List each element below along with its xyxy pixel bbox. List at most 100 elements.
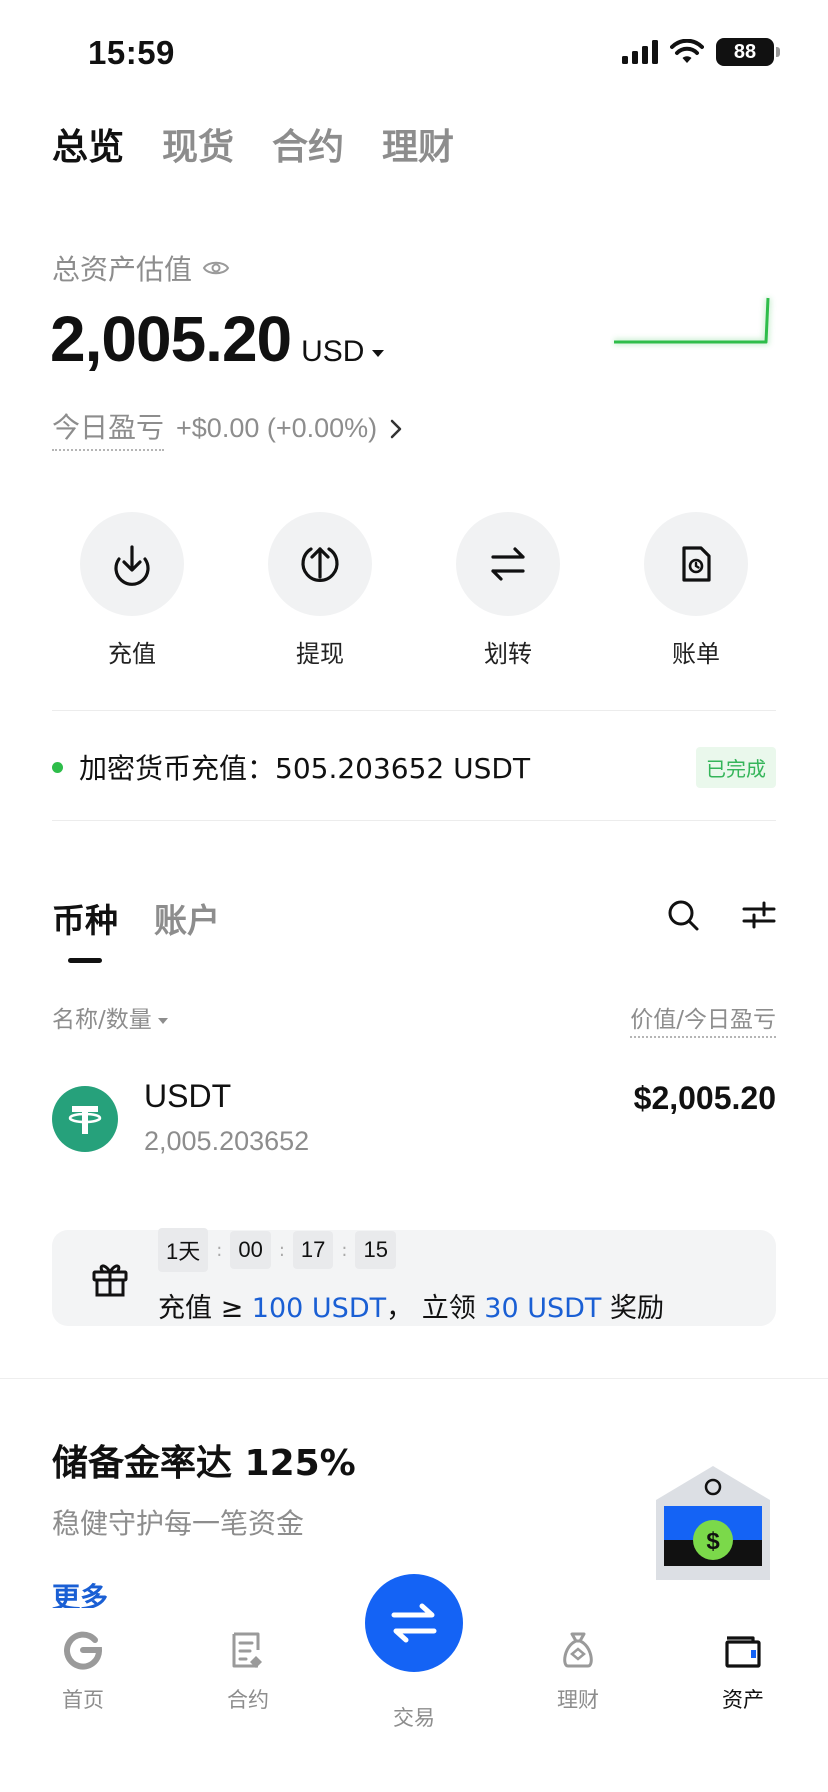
promo-text: 充值 ≥ 100 USDT， 立领 30 USDT 奖励 <box>158 1286 664 1325</box>
eye-icon[interactable] <box>202 258 230 278</box>
pnl-value: +$0.00 (+0.00%) <box>176 413 378 443</box>
reserve-subtitle: 稳健守护每一笔资金 <box>52 1507 305 1540</box>
asset-sparkline <box>614 297 771 345</box>
svg-text:$: $ <box>706 1528 720 1555</box>
nav-label: 交易 <box>393 1706 435 1730</box>
status-badge: 已完成 <box>696 746 776 788</box>
status-dot-icon <box>52 761 63 773</box>
tab-coins[interactable]: 币种 <box>52 894 118 942</box>
tab-futures[interactable]: 合约 <box>272 118 344 170</box>
battery-icon: 88 <box>716 38 780 66</box>
status-icons: 88 <box>622 38 780 66</box>
bill-button[interactable]: 账单 <box>644 512 748 669</box>
section-divider <box>0 1378 828 1379</box>
nav-assets[interactable]: 资产 <box>688 1630 798 1714</box>
nav-label: 资产 <box>722 1688 764 1712</box>
sort-name-qty[interactable]: 名称/数量 <box>52 1000 168 1038</box>
tab-accounts[interactable]: 账户 <box>154 894 220 942</box>
deposit-circle[interactable] <box>80 512 184 616</box>
timer-minutes: 17 <box>292 1231 334 1269</box>
bank-vault-icon: $ <box>656 1466 770 1580</box>
promo-banner[interactable]: 1天 : 00 : 17 : 15 充值 ≥ 100 USDT， 立领 30 U… <box>52 1228 776 1326</box>
timer-separator: : <box>278 1239 285 1261</box>
nav-home[interactable]: 首页 <box>28 1630 138 1714</box>
countdown-timer: 1天 : 00 : 17 : 15 <box>158 1228 396 1272</box>
col-right-label[interactable]: 价值/今日盈亏 <box>630 1000 776 1038</box>
bill-icon <box>682 546 711 582</box>
deposit-notice-text: 加密货币充值：505.203652 USDT <box>79 752 531 785</box>
promo-prefix: 充值 ≥ <box>158 1293 252 1324</box>
withdraw-circle[interactable] <box>268 512 372 616</box>
nav-label: 首页 <box>62 1688 104 1712</box>
coin-name: USDT <box>144 1078 232 1114</box>
bill-label: 账单 <box>672 640 720 668</box>
nav-label: 理财 <box>557 1688 599 1712</box>
deposit-notice[interactable]: 加密货币充值：505.203652 USDT 已完成 <box>52 742 776 792</box>
home-icon <box>64 1631 103 1670</box>
wifi-icon <box>670 39 704 63</box>
transfer-circle[interactable] <box>456 512 560 616</box>
list-item[interactable]: USDT 2,005.203652 $2,005.20 <box>52 1078 776 1188</box>
nav-futures[interactable]: 合约 <box>193 1630 303 1714</box>
promo-suffix: 奖励 <box>601 1293 664 1324</box>
top-tabs: 总览 现货 合约 理财 <box>52 118 454 170</box>
transfer-label: 划转 <box>484 640 532 668</box>
promo-highlight-reward: 30 USDT <box>484 1293 602 1324</box>
withdraw-icon <box>301 547 339 583</box>
tether-icon <box>68 1106 102 1134</box>
asset-value: 2,005.20 <box>50 303 292 375</box>
promo-mid: ， 立领 <box>386 1293 485 1324</box>
withdraw-button[interactable]: 提现 <box>268 512 372 669</box>
coin-value: $2,005.20 <box>633 1080 776 1116</box>
usdt-logo-icon <box>52 1086 118 1152</box>
tab-overview[interactable]: 总览 <box>52 118 124 170</box>
futures-icon <box>232 1632 262 1668</box>
tab-earn[interactable]: 理财 <box>382 118 454 170</box>
divider <box>52 710 776 711</box>
transfer-button[interactable]: 划转 <box>456 512 560 669</box>
asset-value-row[interactable]: 2,005.20 USD <box>50 302 385 376</box>
deposit-icon <box>114 545 150 586</box>
divider <box>52 820 776 821</box>
list-tabs: 币种 账户 <box>52 894 220 942</box>
deposit-button[interactable]: 充值 <box>80 512 184 669</box>
chevron-down-icon[interactable] <box>372 350 385 357</box>
reserve-title: 储备金率达 125% <box>52 1443 356 1484</box>
status-time: 15:59 <box>88 34 175 71</box>
swap-icon <box>391 1603 437 1643</box>
col-left-label: 名称/数量 <box>52 1007 152 1033</box>
gift-icon <box>92 1264 128 1297</box>
search-icon[interactable] <box>666 898 700 932</box>
timer-separator: : <box>341 1239 348 1261</box>
status-bar: 15:59 88 <box>0 0 828 100</box>
chevron-right-icon[interactable] <box>389 418 403 440</box>
bottom-nav: 首页 合约 交易 理财 资产 <box>0 1574 828 1792</box>
signal-icon <box>622 40 658 64</box>
coin-amount: 2,005.203652 <box>144 1126 310 1156</box>
promo-highlight-amount: 100 USDT <box>251 1293 387 1324</box>
tab-spot[interactable]: 现货 <box>162 118 234 170</box>
chevron-down-icon <box>157 1018 168 1024</box>
pnl-label: 今日盈亏 <box>52 406 165 451</box>
tab-indicator <box>68 958 102 963</box>
pnl-row[interactable]: 今日盈亏 +$0.00 (+0.00%) <box>52 406 403 451</box>
nav-label: 合约 <box>227 1688 269 1712</box>
timer-separator: : <box>216 1239 223 1261</box>
quick-actions: 充值 提现 划转 账单 <box>52 512 776 669</box>
timer-days: 1天 <box>158 1228 209 1272</box>
timer-seconds: 15 <box>355 1231 396 1269</box>
filter-icon[interactable] <box>742 900 776 930</box>
timer-hours: 00 <box>230 1231 271 1269</box>
withdraw-label: 提现 <box>296 640 344 668</box>
bill-circle[interactable] <box>644 512 748 616</box>
wallet-icon <box>725 1636 761 1668</box>
asset-label: 总资产估值 <box>52 253 193 286</box>
column-headers: 名称/数量 价值/今日盈亏 <box>52 1000 776 1038</box>
money-bag-icon <box>563 1632 593 1668</box>
asset-label-row: 总资产估值 <box>52 248 230 288</box>
deposit-label: 充值 <box>108 640 156 668</box>
currency-selector[interactable]: USD <box>301 335 364 369</box>
nav-earn[interactable]: 理财 <box>523 1630 633 1714</box>
transfer-icon <box>491 547 525 581</box>
trade-button[interactable] <box>365 1574 463 1672</box>
